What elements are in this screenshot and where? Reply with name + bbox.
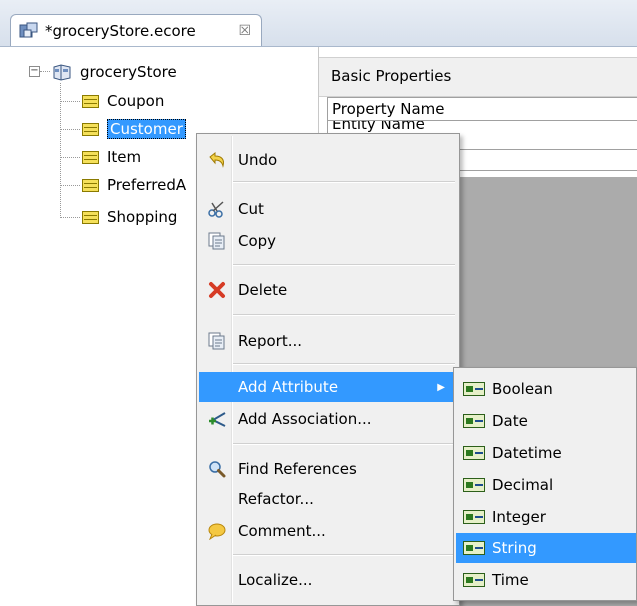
submenu-item-label: Integer xyxy=(492,508,546,526)
eclass-icon xyxy=(82,122,99,136)
copy-icon xyxy=(207,231,227,251)
eattribute-icon xyxy=(463,446,485,460)
eclass-icon xyxy=(82,210,99,224)
context-menu: Undo Cut Copy Delete Report... Add Attri… xyxy=(196,133,460,606)
submenu-item-integer[interactable]: Integer xyxy=(456,502,636,532)
menu-item-label: Comment... xyxy=(238,522,326,540)
undo-icon xyxy=(207,150,227,170)
eattribute-icon xyxy=(463,478,485,492)
menu-item-label: Cut xyxy=(238,200,264,218)
menu-item-cut[interactable]: Cut xyxy=(199,194,457,224)
menu-item-delete[interactable]: Delete xyxy=(199,275,457,305)
add-attribute-submenu: Boolean Date Datetime Decimal Integer St… xyxy=(453,367,637,601)
tree-item[interactable]: Coupon xyxy=(82,88,164,114)
menu-item-report[interactable]: Report... xyxy=(199,326,457,356)
menu-item-label: Add Attribute xyxy=(238,378,339,396)
tree-item[interactable]: Shopping xyxy=(82,204,177,230)
properties-section-title: Basic Properties xyxy=(331,67,452,85)
editor-tab-title: *groceryStore.ecore xyxy=(45,21,196,40)
submenu-item-label: Time xyxy=(492,571,529,589)
tree-item[interactable]: PreferredA xyxy=(82,172,186,198)
menu-item-label: Localize... xyxy=(238,571,313,589)
menu-item-label: Report... xyxy=(238,332,303,350)
eclass-icon xyxy=(82,178,99,192)
tree-item[interactable]: Item xyxy=(82,144,141,170)
eclass-icon xyxy=(82,150,99,164)
menu-item-add-association[interactable]: Add Association... xyxy=(199,404,457,434)
scissors-icon xyxy=(207,199,227,219)
menu-item-label: Refactor... xyxy=(238,490,314,508)
menu-item-add-attribute[interactable]: Add Attribute ▶ xyxy=(199,372,457,402)
tree-item-selected[interactable]: Customer xyxy=(82,116,186,142)
package-icon xyxy=(52,63,72,81)
submenu-item-label: Datetime xyxy=(492,444,562,462)
delete-x-icon xyxy=(207,280,227,300)
tree-item-label: Customer xyxy=(107,119,186,139)
eattribute-icon xyxy=(463,541,485,555)
tree-item-label: Shopping xyxy=(107,208,178,226)
tree-root[interactable]: groceryStore xyxy=(52,59,177,85)
eattribute-icon xyxy=(463,510,485,524)
menu-item-label: Find References xyxy=(238,460,357,478)
submenu-item-date[interactable]: Date xyxy=(456,406,636,436)
menu-item-localize[interactable]: Localize... xyxy=(199,565,457,595)
submenu-item-time[interactable]: Time xyxy=(456,565,636,595)
submenu-item-label: Boolean xyxy=(492,380,553,398)
submenu-item-string[interactable]: String xyxy=(456,533,636,563)
menu-item-label: Undo xyxy=(238,151,278,169)
menu-item-label: Delete xyxy=(238,281,288,299)
property-name-column-header[interactable]: Property Name xyxy=(327,97,637,121)
menu-item-undo[interactable]: Undo xyxy=(199,145,457,175)
menu-item-copy[interactable]: Copy xyxy=(199,226,457,256)
collapse-icon[interactable]: − xyxy=(29,66,40,77)
add-association-icon xyxy=(207,409,227,429)
tree-item-label: PreferredA xyxy=(107,176,187,194)
tree-root-label: groceryStore xyxy=(80,63,177,81)
submenu-item-label: Decimal xyxy=(492,476,554,494)
editor-tab-strip: *groceryStore.ecore ☒ xyxy=(0,0,637,47)
eclass-icon xyxy=(82,94,99,108)
magnifier-icon xyxy=(207,459,227,479)
submenu-item-label: Date xyxy=(492,412,528,430)
close-icon[interactable]: ☒ xyxy=(238,23,251,39)
submenu-arrow-icon: ▶ xyxy=(437,381,445,393)
editor-tab[interactable]: *groceryStore.ecore ☒ xyxy=(10,14,262,46)
menu-item-find-references[interactable]: Find References xyxy=(199,454,457,484)
submenu-item-datetime[interactable]: Datetime xyxy=(456,438,636,468)
tree-item-label: Item xyxy=(107,148,142,166)
ecore-file-icon xyxy=(19,22,39,40)
menu-item-refactor[interactable]: Refactor... xyxy=(199,484,457,514)
tree-item-label: Coupon xyxy=(107,92,165,110)
menu-item-comment[interactable]: Comment... xyxy=(199,516,457,546)
menu-item-label: Copy xyxy=(238,232,277,250)
eattribute-icon xyxy=(463,414,485,428)
eattribute-icon xyxy=(463,573,485,587)
menu-item-label: Add Association... xyxy=(238,410,372,428)
eattribute-icon xyxy=(463,382,485,396)
property-row-label: Entity Name xyxy=(332,121,425,133)
comment-bubble-icon xyxy=(207,521,227,541)
submenu-item-boolean[interactable]: Boolean xyxy=(456,374,636,404)
report-icon xyxy=(207,331,227,351)
submenu-item-decimal[interactable]: Decimal xyxy=(456,470,636,500)
submenu-item-label: String xyxy=(492,539,537,557)
